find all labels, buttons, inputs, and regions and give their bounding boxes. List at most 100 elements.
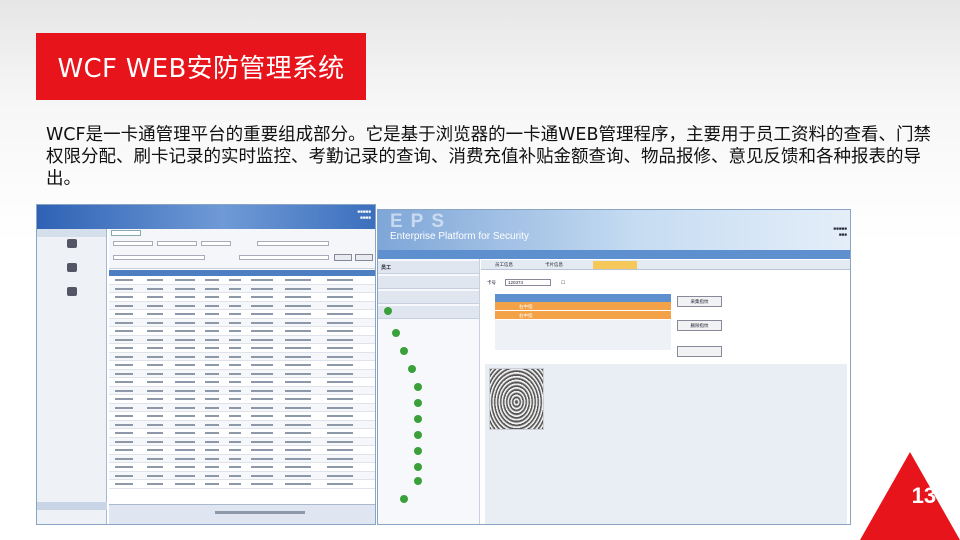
table-cell bbox=[229, 406, 241, 409]
table-cell bbox=[147, 338, 163, 341]
tree-node[interactable] bbox=[414, 477, 424, 485]
s1-nav-item[interactable] bbox=[37, 287, 107, 309]
s1-query-button[interactable] bbox=[334, 254, 352, 261]
table-row[interactable] bbox=[109, 344, 375, 353]
s1-sidebar bbox=[37, 229, 107, 524]
use-fingerprint-checkbox[interactable]: ☐ bbox=[561, 280, 565, 286]
grid-row[interactable]: 右中指 bbox=[495, 311, 671, 320]
table-row[interactable] bbox=[109, 293, 375, 302]
s1-nav-item[interactable] bbox=[37, 263, 107, 285]
s1-dept-select[interactable] bbox=[113, 255, 205, 260]
tree-node[interactable] bbox=[414, 383, 424, 391]
tab-card-info[interactable]: 卡片信息 bbox=[541, 261, 567, 269]
table-cell bbox=[251, 457, 273, 460]
capture-fingerprint-button[interactable]: 采集指纹 bbox=[677, 296, 722, 307]
table-row[interactable] bbox=[109, 352, 375, 361]
table-row[interactable] bbox=[109, 420, 375, 429]
person-group-icon bbox=[414, 415, 422, 423]
tree-node[interactable] bbox=[400, 495, 410, 503]
s2-date-meta: ■■■■■ ■■■ bbox=[833, 226, 847, 237]
table-row[interactable] bbox=[109, 361, 375, 370]
table-cell bbox=[251, 483, 273, 485]
table-cell bbox=[205, 355, 219, 358]
table-row[interactable] bbox=[109, 471, 375, 480]
table-cell bbox=[115, 406, 133, 409]
s1-tab[interactable] bbox=[111, 230, 141, 236]
tab-other[interactable] bbox=[661, 261, 691, 269]
person-group-icon bbox=[414, 447, 422, 455]
table-row[interactable] bbox=[109, 480, 375, 489]
tree-node[interactable] bbox=[392, 329, 402, 337]
table-cell bbox=[175, 355, 195, 358]
s1-date-to[interactable] bbox=[157, 241, 197, 246]
table-row[interactable] bbox=[109, 284, 375, 293]
table-row[interactable] bbox=[109, 412, 375, 421]
tree-node[interactable] bbox=[384, 307, 394, 315]
s1-export-button[interactable] bbox=[355, 254, 373, 261]
grid-row[interactable]: 右中指 bbox=[495, 302, 671, 311]
table-cell bbox=[205, 415, 219, 417]
s1-nav-item[interactable] bbox=[37, 239, 107, 261]
table-row[interactable] bbox=[109, 395, 375, 404]
s2-sidebar-group[interactable]: 员工 bbox=[378, 261, 479, 274]
table-row[interactable] bbox=[109, 386, 375, 395]
tab-other[interactable] bbox=[717, 261, 747, 269]
s1-time-field[interactable] bbox=[201, 241, 231, 246]
tree-node[interactable] bbox=[414, 463, 424, 471]
s1-date-from[interactable] bbox=[113, 241, 153, 246]
table-cell bbox=[327, 279, 353, 281]
table-row[interactable] bbox=[109, 369, 375, 378]
table-row[interactable] bbox=[109, 403, 375, 412]
table-row[interactable] bbox=[109, 446, 375, 455]
tree-node[interactable] bbox=[414, 447, 424, 455]
table-cell bbox=[285, 304, 311, 307]
person-group-icon bbox=[414, 431, 422, 439]
tree-node[interactable] bbox=[408, 365, 418, 373]
table-cell bbox=[175, 415, 195, 417]
table-cell bbox=[285, 483, 311, 485]
table-row[interactable] bbox=[109, 301, 375, 310]
table-cell bbox=[327, 355, 353, 358]
table-cell bbox=[175, 304, 195, 307]
tree-node[interactable] bbox=[414, 399, 424, 407]
table-row[interactable] bbox=[109, 310, 375, 319]
s2-sidebar-group[interactable] bbox=[378, 276, 479, 289]
person-group-icon bbox=[414, 383, 422, 391]
table-row[interactable] bbox=[109, 437, 375, 446]
table-cell bbox=[229, 338, 241, 341]
table-row[interactable] bbox=[109, 454, 375, 463]
tree-node[interactable] bbox=[400, 347, 410, 355]
table-cell bbox=[115, 279, 133, 281]
table-cell bbox=[285, 423, 311, 426]
s1-device-select[interactable] bbox=[257, 241, 329, 246]
s1-filter-select[interactable] bbox=[239, 255, 329, 260]
tree-node[interactable] bbox=[414, 415, 424, 423]
table-cell bbox=[285, 381, 311, 383]
table-row[interactable] bbox=[109, 335, 375, 344]
delete-fingerprint-button[interactable]: 删除指纹 bbox=[677, 320, 722, 331]
s1-sidebar-header bbox=[37, 229, 106, 237]
table-row[interactable] bbox=[109, 463, 375, 472]
s2-main-panel: 卡号 120374 ☐ 右中指 右中指 采集指纹 删除指纹 bbox=[481, 272, 850, 524]
table-row[interactable] bbox=[109, 318, 375, 327]
table-row[interactable] bbox=[109, 378, 375, 387]
table-row[interactable] bbox=[109, 429, 375, 438]
table-cell bbox=[327, 483, 353, 485]
table-cell bbox=[327, 474, 353, 477]
tree-node[interactable] bbox=[414, 431, 424, 439]
table-cell bbox=[115, 296, 133, 298]
grid-body bbox=[495, 320, 671, 350]
card-select[interactable]: 120374 bbox=[505, 279, 551, 286]
tab-fingerprint[interactable] bbox=[593, 261, 637, 269]
table-cell bbox=[205, 406, 219, 409]
table-row[interactable] bbox=[109, 276, 375, 285]
person-group-icon bbox=[414, 463, 422, 471]
table-cell bbox=[205, 287, 219, 290]
table-row[interactable] bbox=[109, 327, 375, 336]
tab-employee-info[interactable]: 员工信息 bbox=[491, 261, 517, 269]
s2-sidebar-group[interactable] bbox=[378, 291, 479, 304]
table-cell bbox=[285, 372, 311, 375]
table-cell bbox=[285, 279, 311, 281]
table-cell bbox=[175, 330, 195, 332]
table-cell bbox=[205, 338, 219, 341]
